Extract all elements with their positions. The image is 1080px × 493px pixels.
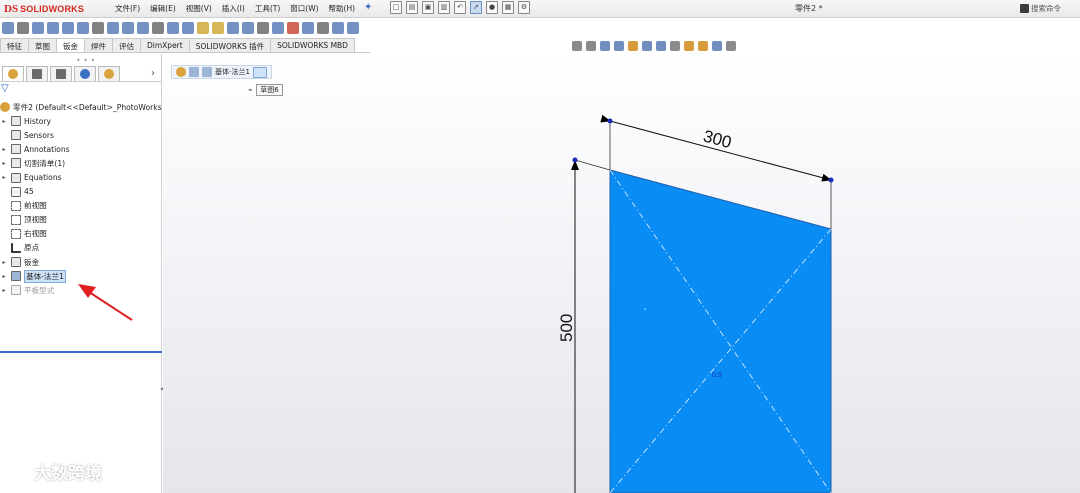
dimension-endpoint[interactable] (572, 157, 578, 163)
model-view: 300 500 0.5 (78, 114, 834, 493)
thickness-note[interactable]: 0.5 (712, 372, 722, 379)
watermark-text: 大数跨境 (34, 464, 102, 484)
width-dimension-label[interactable]: 300 (701, 126, 733, 152)
height-dimension-label[interactable]: 500 (557, 314, 576, 342)
watermark: 大数跨境 (8, 459, 102, 484)
watermark-logo-icon (8, 463, 30, 480)
dimension-endpoint[interactable] (828, 177, 834, 183)
red-pointer-arrow-icon (78, 284, 133, 321)
dimension-endpoint[interactable] (607, 118, 613, 124)
face-center-point (644, 308, 646, 310)
